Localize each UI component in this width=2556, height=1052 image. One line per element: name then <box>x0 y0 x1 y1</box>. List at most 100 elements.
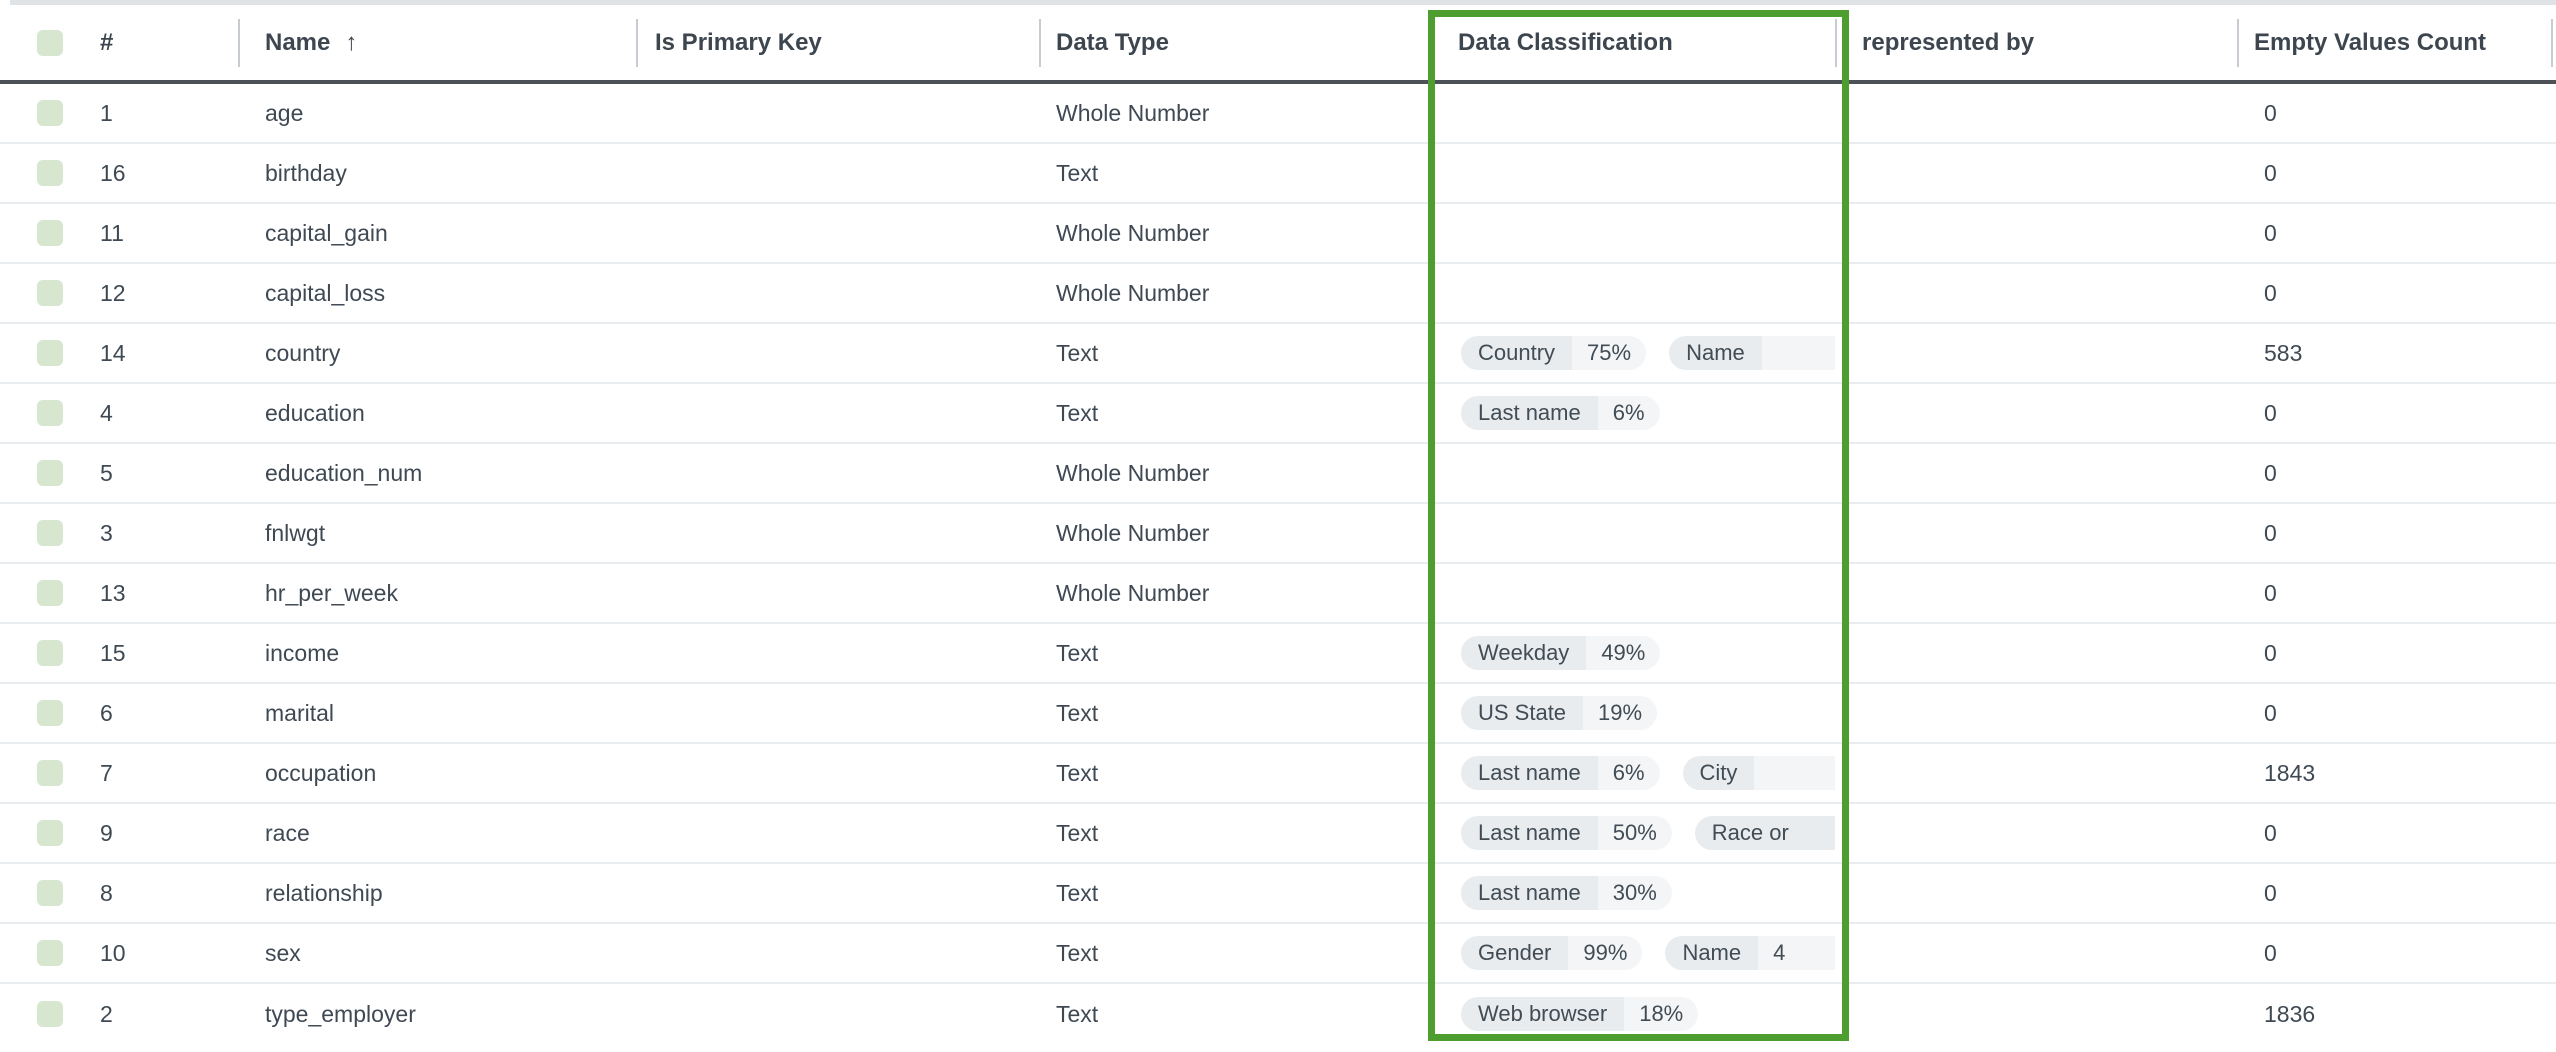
cell-empty-values-count: 0 <box>2237 384 2556 442</box>
row-checkbox[interactable] <box>37 820 63 846</box>
checkbox-wrap <box>0 264 63 322</box>
cell-represented-by <box>1835 564 2237 622</box>
table-row[interactable]: 16birthdayText0 <box>0 144 2556 204</box>
header-cell-name[interactable]: Name ↑ <box>238 5 636 80</box>
table-row[interactable]: 1ageWhole Number0 <box>0 84 2556 144</box>
cell-is-primary-key <box>636 84 1039 142</box>
cell-select <box>0 84 86 142</box>
cell-data-classification <box>1430 264 1835 322</box>
chip-percent <box>1762 336 1835 370</box>
classification-chips: Gender99%Name4 <box>1430 924 1835 982</box>
row-checkbox[interactable] <box>37 940 63 966</box>
row-checkbox[interactable] <box>37 340 63 366</box>
table-row[interactable]: 7occupationTextLast name6%City1843 <box>0 744 2556 804</box>
chip-percent: 4 <box>1758 936 1835 970</box>
cell-empty-values-count: 583 <box>2237 324 2556 382</box>
cell-number: 12 <box>86 264 238 322</box>
cell-data-classification <box>1430 504 1835 562</box>
row-checkbox[interactable] <box>37 700 63 726</box>
header-cell-represented-by[interactable]: represented by <box>1835 5 2237 80</box>
row-checkbox[interactable] <box>37 220 63 246</box>
table-row[interactable]: 8relationshipTextLast name30%0 <box>0 864 2556 924</box>
cell-represented-by <box>1835 84 2237 142</box>
chip-label: Gender <box>1461 936 1568 970</box>
cell-select <box>0 564 86 622</box>
row-checkbox[interactable] <box>37 280 63 306</box>
cell-empty-values-count: 0 <box>2237 504 2556 562</box>
classification-chips <box>1430 264 1835 322</box>
cell-empty-values-count: 1836 <box>2237 984 2556 1044</box>
table-row[interactable]: 12capital_lossWhole Number0 <box>0 264 2556 324</box>
cell-represented-by <box>1835 744 2237 802</box>
classification-chip: Last name6% <box>1461 756 1660 790</box>
cell-name: hr_per_week <box>238 564 636 622</box>
table-row[interactable]: 5education_numWhole Number0 <box>0 444 2556 504</box>
cell-empty-values-count: 0 <box>2237 684 2556 742</box>
header-cell-data-classification[interactable]: Data Classification <box>1430 5 1835 80</box>
classification-chips: US State19% <box>1430 684 1835 742</box>
checkbox-wrap <box>0 144 63 202</box>
row-checkbox[interactable] <box>37 160 63 186</box>
cell-is-primary-key <box>636 444 1039 502</box>
classification-chip: Race or <box>1695 816 1835 850</box>
cell-data-type: Whole Number <box>1039 504 1430 562</box>
chip-label: Name <box>1669 336 1762 370</box>
chip-percent: 18% <box>1624 997 1698 1031</box>
classification-chips: Last name6% <box>1430 384 1835 442</box>
row-checkbox[interactable] <box>37 880 63 906</box>
row-checkbox[interactable] <box>37 400 63 426</box>
table-row[interactable]: 2type_employerTextWeb browser18%1836 <box>0 984 2556 1044</box>
row-checkbox[interactable] <box>37 100 63 126</box>
checkbox-wrap <box>0 444 63 502</box>
cell-represented-by <box>1835 504 2237 562</box>
cell-data-type: Text <box>1039 144 1430 202</box>
classification-chips: Last name50%Race or <box>1430 804 1835 862</box>
header-label-number: # <box>100 29 113 57</box>
header-cell-number[interactable]: # <box>86 5 238 80</box>
cell-data-classification <box>1430 444 1835 502</box>
cell-name: marital <box>238 684 636 742</box>
cell-select <box>0 204 86 262</box>
chip-label: US State <box>1461 696 1583 730</box>
cell-data-classification <box>1430 204 1835 262</box>
select-all-checkbox[interactable] <box>37 30 63 56</box>
cell-name: fnlwgt <box>238 504 636 562</box>
cell-data-classification: Last name6% <box>1430 384 1835 442</box>
header-cell-select[interactable] <box>0 5 86 80</box>
header-label-is-primary-key: Is Primary Key <box>655 29 822 57</box>
row-checkbox[interactable] <box>37 760 63 786</box>
cell-data-type: Text <box>1039 684 1430 742</box>
row-checkbox[interactable] <box>37 1001 63 1027</box>
checkbox-wrap <box>0 504 63 562</box>
classification-chips <box>1430 564 1835 622</box>
cell-select <box>0 744 86 802</box>
cell-number: 5 <box>86 444 238 502</box>
cell-empty-values-count: 0 <box>2237 924 2556 982</box>
row-checkbox[interactable] <box>37 580 63 606</box>
row-checkbox[interactable] <box>37 460 63 486</box>
row-checkbox[interactable] <box>37 520 63 546</box>
classification-chip: US State19% <box>1461 696 1657 730</box>
cell-is-primary-key <box>636 984 1039 1044</box>
header-cell-data-type[interactable]: Data Type <box>1039 5 1430 80</box>
table-row[interactable]: 15incomeTextWeekday49%0 <box>0 624 2556 684</box>
checkbox-wrap <box>0 744 63 802</box>
header-cell-is-primary-key[interactable]: Is Primary Key <box>636 5 1039 80</box>
cell-number: 14 <box>86 324 238 382</box>
table-row[interactable]: 10sexTextGender99%Name40 <box>0 924 2556 984</box>
checkbox-wrap <box>0 84 63 142</box>
header-cell-empty-values-count[interactable]: Empty Values Count <box>2237 5 2556 80</box>
table-row[interactable]: 13hr_per_weekWhole Number0 <box>0 564 2556 624</box>
table-row[interactable]: 6maritalTextUS State19%0 <box>0 684 2556 744</box>
cell-name: race <box>238 804 636 862</box>
table-row[interactable]: 14countryTextCountry75%Name583 <box>0 324 2556 384</box>
table-row[interactable]: 9raceTextLast name50%Race or0 <box>0 804 2556 864</box>
table-row[interactable]: 3fnlwgtWhole Number0 <box>0 504 2556 564</box>
table-row[interactable]: 11capital_gainWhole Number0 <box>0 204 2556 264</box>
table-row[interactable]: 4educationTextLast name6%0 <box>0 384 2556 444</box>
cell-empty-values-count: 0 <box>2237 444 2556 502</box>
cell-data-type: Text <box>1039 744 1430 802</box>
classification-chip: Last name6% <box>1461 396 1660 430</box>
cell-data-classification: US State19% <box>1430 684 1835 742</box>
row-checkbox[interactable] <box>37 640 63 666</box>
